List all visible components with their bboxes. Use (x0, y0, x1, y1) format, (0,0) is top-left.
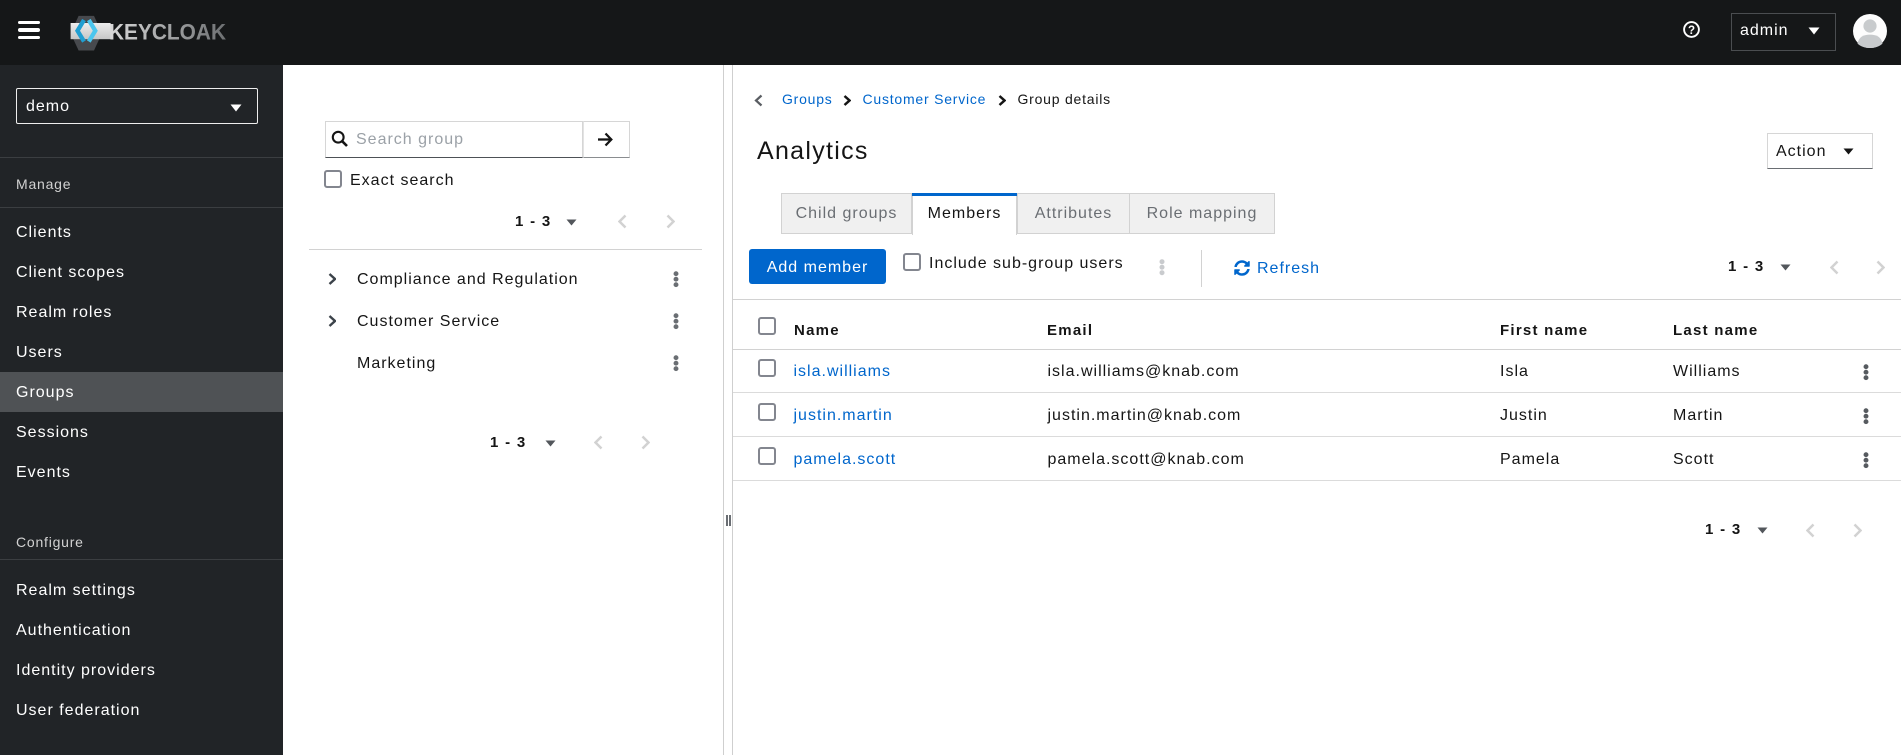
svg-text:?: ? (1687, 25, 1694, 37)
svg-text:KEYCLOAK: KEYCLOAK (109, 20, 226, 45)
